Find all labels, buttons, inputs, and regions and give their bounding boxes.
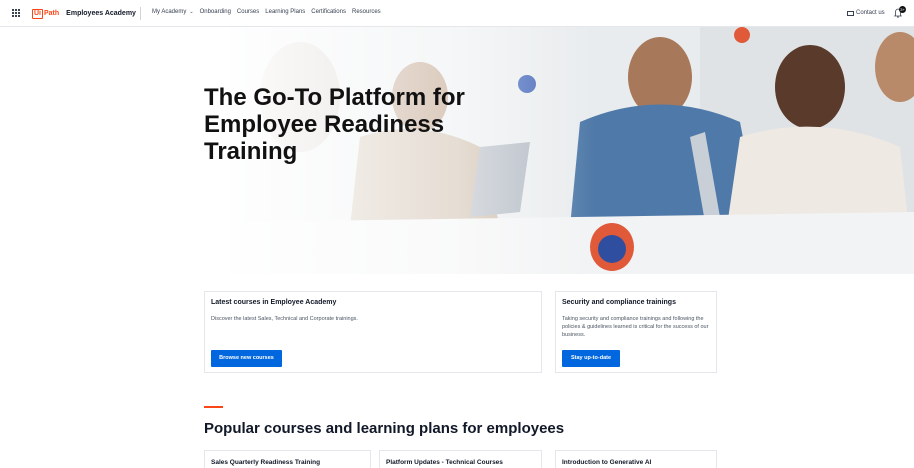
card-description: Taking security and compliance trainings…	[562, 316, 709, 338]
security-compliance-card: Security and compliance trainings Taking…	[555, 291, 717, 373]
notification-badge: 3+	[899, 6, 906, 13]
nav-links: My Academy ⌄ Onboarding Courses Learning …	[152, 9, 381, 15]
logo-path: Path	[44, 10, 60, 17]
hero-banner: The Go-To Platform for Employee Readines…	[0, 27, 914, 274]
hero-title: The Go-To Platform for Employee Readines…	[204, 84, 465, 165]
card-title: Latest courses in Employee Academy	[211, 299, 337, 306]
browse-new-courses-button[interactable]: Browse new courses	[211, 350, 282, 367]
course-card[interactable]: Introduction to Generative AI	[555, 450, 717, 468]
nav-item-my-academy[interactable]: My Academy ⌄	[152, 9, 194, 15]
mail-icon	[847, 10, 854, 16]
nav-divider	[140, 7, 141, 20]
stay-up-to-date-button[interactable]: Stay up-to-date	[562, 350, 620, 367]
course-title: Platform Updates - Technical Courses	[386, 459, 503, 466]
nav-item-courses[interactable]: Courses	[237, 9, 259, 15]
section-title: Popular courses and learning plans for e…	[204, 420, 565, 437]
nav-item-certifications[interactable]: Certifications	[311, 9, 346, 15]
card-title: Security and compliance trainings	[562, 299, 676, 306]
top-navigation: Ui Path Employees Academy My Academy ⌄ On…	[0, 0, 914, 27]
contact-us-link[interactable]: Contact us	[847, 10, 885, 16]
contact-us-label: Contact us	[856, 10, 885, 16]
brand-logo[interactable]: Ui Path Employees Academy	[32, 8, 136, 19]
nav-item-onboarding[interactable]: Onboarding	[200, 9, 231, 15]
section-accent-bar	[204, 406, 223, 408]
card-description: Discover the latest Sales, Technical and…	[211, 316, 358, 322]
course-title: Sales Quarterly Readiness Training	[211, 459, 321, 466]
nav-item-learning-plans[interactable]: Learning Plans	[265, 9, 305, 15]
nav-item-resources[interactable]: Resources	[352, 9, 381, 15]
latest-courses-card: Latest courses in Employee Academy Disco…	[204, 291, 542, 373]
chevron-down-icon: ⌄	[189, 9, 194, 15]
apps-grid-icon[interactable]	[12, 9, 21, 18]
course-title: Introduction to Generative AI	[562, 459, 652, 466]
brand-name: Employees Academy	[66, 10, 136, 17]
course-card[interactable]: Sales Quarterly Readiness Training	[204, 450, 371, 468]
course-card[interactable]: Platform Updates - Technical Courses	[379, 450, 542, 468]
logo-ui: Ui	[32, 8, 43, 19]
